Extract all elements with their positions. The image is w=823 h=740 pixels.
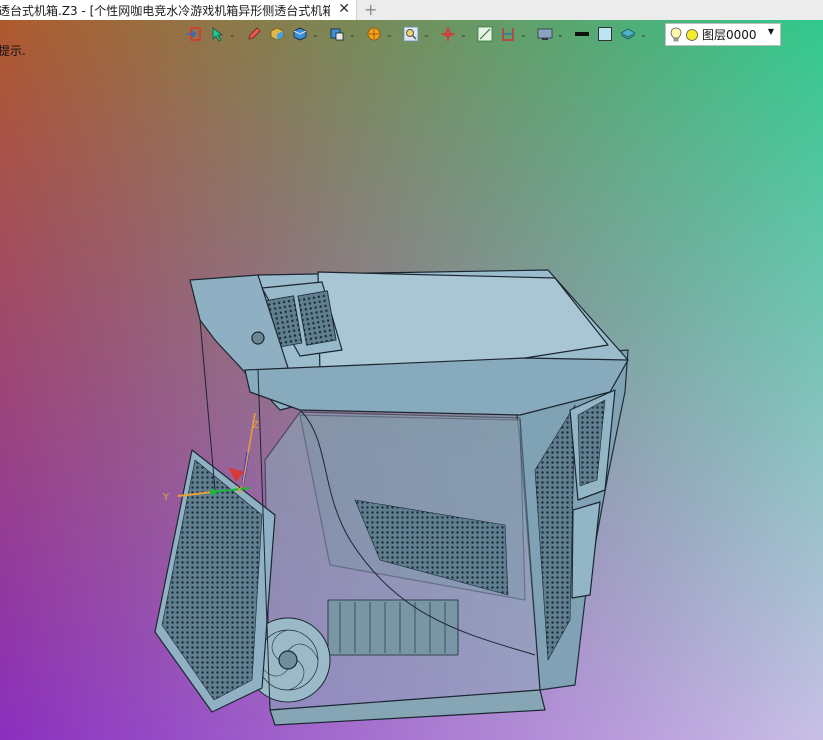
tab-bar: 透台式机箱.Z3 - [个性网咖电竞水冷游戏机箱异形侧透台式机箱] ✕ + [0, 0, 823, 21]
chevron-down-icon[interactable]: ⌄ [460, 30, 468, 39]
chevron-down-icon[interactable]: ⌄ [312, 30, 320, 39]
view-cube-icon[interactable] [326, 23, 348, 45]
pencil-icon[interactable] [243, 23, 265, 45]
chevron-down-icon[interactable]: ▼ [768, 27, 774, 36]
cube-shade-icon[interactable] [266, 23, 288, 45]
layer-dropdown[interactable]: 图层0000 ▼ [665, 23, 781, 46]
close-icon[interactable]: ✕ [338, 1, 350, 17]
chevron-down-icon[interactable]: ⌄ [520, 30, 528, 39]
chevron-down-icon[interactable]: ⌄ [229, 30, 237, 39]
line-style-icon[interactable] [571, 23, 593, 45]
axis-z-label: Z [252, 420, 259, 431]
chevron-down-icon[interactable]: ⌄ [386, 30, 394, 39]
chevron-down-icon[interactable]: ⌄ [640, 30, 648, 39]
display-icon[interactable] [534, 23, 556, 45]
pick-icon[interactable] [206, 23, 228, 45]
zoom-icon[interactable] [400, 23, 422, 45]
layer-stack-icon[interactable] [617, 23, 639, 45]
document-tab[interactable]: 透台式机箱.Z3 - [个性网咖电竞水冷游戏机箱异形侧透台式机箱] ✕ [0, 0, 357, 20]
3d-viewport[interactable]: X Y Z [0, 20, 823, 740]
chevron-down-icon[interactable]: ⌄ [349, 30, 357, 39]
axis-y-label: Y [162, 492, 170, 503]
new-tab-button[interactable]: + [364, 0, 377, 20]
pc-case-model[interactable] [154, 269, 629, 726]
axis-x-label: X [236, 485, 243, 496]
chevron-down-icon[interactable]: ⌄ [423, 30, 431, 39]
viewport-background: X Y Z [0, 20, 823, 740]
color-box-icon[interactable] [594, 23, 616, 45]
viewport-toolbar: ⌄ ⌄ ⌄ ⌄ ⌄ ⌄ ⌄ ⌄ ⌄ [183, 22, 654, 46]
origin-icon[interactable] [437, 23, 459, 45]
hint-text: 提示. [0, 44, 26, 58]
chevron-down-icon[interactable]: ⌄ [557, 30, 565, 39]
layer-color-icon [686, 28, 698, 41]
exit-icon[interactable] [183, 23, 205, 45]
measure-icon[interactable] [474, 23, 496, 45]
filter-icon[interactable] [363, 23, 385, 45]
cube-icon[interactable] [289, 23, 311, 45]
layer-name: 图层0000 [702, 28, 757, 42]
lightbulb-icon[interactable] [669, 27, 683, 43]
document-tab-title: 透台式机箱.Z3 - [个性网咖电竞水冷游戏机箱异形侧透台式机箱] [0, 3, 330, 18]
section-icon[interactable] [497, 23, 519, 45]
